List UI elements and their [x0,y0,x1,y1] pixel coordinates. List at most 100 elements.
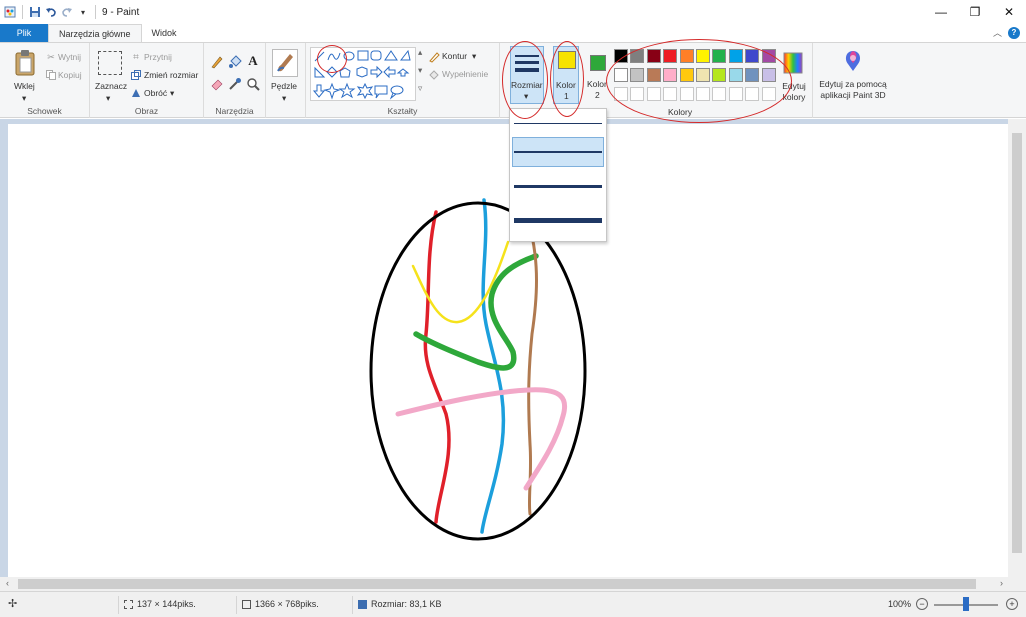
scroll-left-icon[interactable]: ‹ [6,578,9,588]
edit-colors-button[interactable]: Edytuj kolory [776,81,812,103]
drawing-canvas[interactable] [8,124,1008,578]
copy-icon[interactable] [46,70,56,80]
fill-bucket-icon[interactable] [228,55,242,69]
qat-divider [22,5,23,19]
minimize-icon[interactable]: — [924,0,958,24]
tab-home[interactable]: Narzędzia główne [48,24,142,42]
help-icon[interactable]: ? [1008,26,1020,39]
palette-swatch[interactable] [696,68,710,82]
palette-swatch[interactable] [614,87,628,101]
outline-button[interactable]: Kontur [442,51,467,61]
size-option-3[interactable] [512,171,604,201]
tab-file[interactable]: Plik [0,24,48,42]
palette-swatch[interactable] [614,49,628,63]
paint-app-icon[interactable] [4,6,16,18]
close-icon[interactable]: ✕ [992,0,1026,24]
brushes-button[interactable]: Pędzle [271,81,297,91]
palette-swatch[interactable] [646,49,661,63]
resize-button[interactable]: Zmień rozmiar [144,70,198,80]
palette-swatch[interactable] [761,87,776,101]
zoom-out-icon[interactable]: − [916,598,928,610]
vertical-scroll-thumb[interactable] [1012,133,1022,553]
restore-icon[interactable]: ❐ [958,0,992,24]
select-icon[interactable] [98,51,122,75]
palette-swatch[interactable] [712,68,727,82]
palette-swatch[interactable] [761,68,776,82]
outline-icon[interactable] [428,51,440,63]
palette-swatch[interactable] [761,49,776,63]
chevron-down-icon[interactable]: ▾ [472,51,476,62]
color1-button[interactable]: Kolor 1 [553,46,579,104]
palette-swatch[interactable] [745,68,760,82]
scissors-icon[interactable]: ✂ [46,52,56,62]
fill-button[interactable]: Wypełnienie [442,69,488,79]
palette-swatch[interactable] [696,49,710,63]
brush-icon[interactable] [272,49,298,77]
fill-icon[interactable] [428,69,440,81]
vertical-scrollbar[interactable] [1008,119,1026,577]
chevron-down-icon[interactable]: ▾ [106,93,110,104]
horizontal-scroll-thumb[interactable] [18,579,976,589]
copy-button[interactable]: Kopiuj [58,70,82,80]
tab-view[interactable]: Widok [142,24,187,42]
shapes-expand-icon[interactable]: ▿ [418,83,422,94]
palette-swatch[interactable] [728,68,743,82]
palette-swatch[interactable] [745,87,760,101]
pencil-icon[interactable] [210,55,224,69]
palette-swatch[interactable] [745,49,760,63]
palette-swatch[interactable] [646,68,661,82]
customize-icon[interactable]: ▾ [77,6,89,18]
zoom-in-icon[interactable]: + [1006,598,1018,610]
chevron-down-icon[interactable]: ▾ [22,93,26,104]
rotate-icon[interactable] [131,88,141,98]
palette-swatch[interactable] [630,68,645,82]
size-option-2[interactable] [512,137,604,167]
palette-swatch[interactable] [663,68,678,82]
palette-swatch[interactable] [696,87,710,101]
size-option-1[interactable] [512,108,604,138]
paint3d-icon[interactable] [841,49,865,73]
palette-swatch[interactable] [630,87,645,101]
chevron-down-icon[interactable]: ▾ [170,88,174,99]
magnifier-icon[interactable] [246,77,260,91]
palette-swatch[interactable] [646,87,661,101]
palette-swatch[interactable] [728,49,743,63]
edit-colors-icon[interactable] [782,51,804,75]
paste-icon[interactable] [12,48,38,78]
palette-swatch[interactable] [712,49,727,63]
undo-icon[interactable] [45,6,57,18]
palette-swatch[interactable] [679,87,694,101]
palette-swatch[interactable] [679,68,694,82]
paint3d-button[interactable]: Edytuj za pomocą aplikacji Paint 3D [817,79,889,101]
save-icon[interactable] [29,6,41,18]
color2-button[interactable]: Kolor 2 [585,46,611,104]
horizontal-scrollbar[interactable]: ‹ › [0,577,1026,591]
shapes-scroll-down-icon[interactable]: ▾ [418,65,422,76]
size-button[interactable]: Rozmiar ▾ [510,46,544,104]
zoom-slider-thumb[interactable] [963,597,969,611]
palette-swatch[interactable] [728,87,743,101]
palette-swatch[interactable] [712,87,727,101]
text-tool-icon[interactable]: A [246,53,260,68]
palette-swatch[interactable] [614,68,628,82]
crop-icon[interactable]: ⌗ [131,52,141,63]
redo-icon[interactable] [61,6,73,18]
shapes-gallery-icons[interactable] [311,48,415,100]
shapes-scroll-up-icon[interactable]: ▴ [418,47,422,58]
paste-button[interactable]: Wklej [14,81,35,91]
select-button[interactable]: Zaznacz [95,81,127,91]
chevron-up-icon[interactable]: ︿ [993,26,1002,39]
color-picker-icon[interactable] [228,77,242,91]
size-option-4[interactable] [512,205,604,235]
scroll-right-icon[interactable]: › [1000,578,1003,588]
resize-icon[interactable] [131,70,141,80]
cut-button[interactable]: Wytnij [58,52,81,62]
palette-swatch[interactable] [663,87,678,101]
chevron-down-icon[interactable]: ▾ [282,93,286,104]
palette-swatch[interactable] [679,49,694,63]
rotate-button[interactable]: Obróć [144,88,167,98]
palette-swatch[interactable] [663,49,678,63]
palette-swatch[interactable] [630,49,645,63]
crop-button[interactable]: Przytnij [144,52,172,62]
eraser-icon[interactable] [210,77,224,91]
